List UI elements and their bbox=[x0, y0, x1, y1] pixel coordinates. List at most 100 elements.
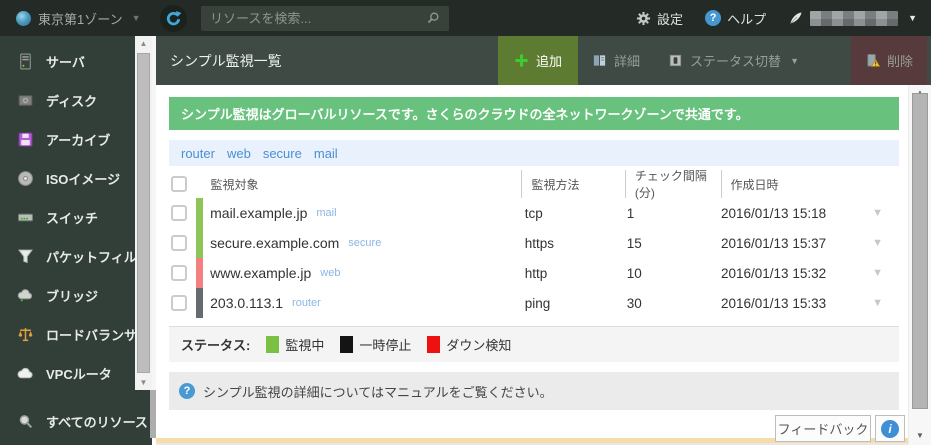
table-row[interactable]: mail.example.jp mail tcp 1 2016/01/13 15:18 ▼ bbox=[169, 198, 899, 228]
check-interval: 1 bbox=[627, 206, 635, 221]
monitor-method: http bbox=[525, 266, 548, 281]
legend-text: 一時停止 bbox=[359, 335, 411, 354]
refresh-button[interactable] bbox=[160, 5, 187, 32]
sidebar-item-all-resources[interactable]: すべてのリソース bbox=[0, 402, 152, 441]
monitor-target[interactable]: secure.example.com bbox=[210, 235, 339, 251]
check-interval: 15 bbox=[627, 236, 642, 251]
manual-info-box: ? シンプル監視の詳細についてはマニュアルをご覧ください。 bbox=[169, 372, 899, 410]
status-toggle-button[interactable]: ステータス切替 ▼ bbox=[654, 36, 813, 85]
created-at: 2016/01/13 15:37 bbox=[721, 236, 826, 251]
sidebar-scrollbar-thumb[interactable] bbox=[137, 53, 150, 373]
table-row[interactable]: www.example.jpwebhttp102016/01/13 15:32▼ bbox=[169, 258, 899, 288]
settings-button[interactable]: 設定 bbox=[636, 9, 683, 28]
delete-button[interactable]: 削除 bbox=[851, 36, 927, 85]
sidebar-item-label: サーバ bbox=[46, 52, 85, 71]
row-tag[interactable]: mail bbox=[316, 207, 336, 219]
created-at: 2016/01/13 15:33 bbox=[721, 296, 826, 311]
add-label: 追加 bbox=[536, 51, 562, 70]
row-menu-caret[interactable]: ▼ bbox=[872, 267, 883, 279]
resource-search bbox=[201, 6, 449, 31]
banner-text: シンプル監視はグローバルリソースです。さくらのクラウドの全ネットワークゾーンで共… bbox=[181, 104, 749, 123]
row-tag[interactable]: secure bbox=[348, 237, 381, 249]
legend-item-paused: 一時停止 bbox=[340, 335, 411, 354]
table-row[interactable]: secure.example.comsecurehttps152016/01/1… bbox=[169, 228, 899, 258]
monitor-table: 監視対象 監視方法 チェック間隔(分) 作成日時 mail.example.jp… bbox=[169, 170, 899, 318]
row-tag[interactable]: web bbox=[320, 267, 340, 279]
tag-link-secure[interactable]: secure bbox=[263, 146, 302, 161]
feedback-button[interactable]: フィードバック bbox=[775, 415, 871, 442]
tag-link-mail[interactable]: mail bbox=[314, 146, 338, 161]
monitor-target[interactable]: 203.0.113.1 bbox=[210, 295, 283, 311]
status-toggle-icon bbox=[668, 53, 683, 68]
help-label: ヘルプ bbox=[727, 9, 766, 28]
sidebar-gutter bbox=[152, 36, 156, 390]
sidebar-item-vpcrouter[interactable]: VPCルータ bbox=[0, 354, 152, 393]
sidebar-item-archive[interactable]: アーカイブ bbox=[0, 120, 152, 159]
detail-button[interactable]: 詳細 bbox=[578, 36, 654, 85]
sidebar-item-label: すべてのリソース bbox=[46, 412, 148, 431]
row-menu-caret[interactable]: ▼ bbox=[872, 207, 883, 219]
archive-icon bbox=[17, 131, 34, 148]
legend-text: ダウン検知 bbox=[446, 335, 511, 354]
row-menu-caret[interactable]: ▼ bbox=[872, 237, 883, 249]
sidebar-item-loadbalancer[interactable]: ロードバランサ bbox=[0, 315, 152, 354]
app-window: 東京第1ゾーン ▼ bbox=[0, 0, 931, 445]
sidebar-item-label: スイッチ bbox=[46, 208, 98, 227]
status-legend: ステータス: 監視中一時停止ダウン検知 bbox=[169, 326, 899, 362]
status-toggle-label: ステータス切替 bbox=[690, 51, 781, 70]
search-input[interactable] bbox=[210, 11, 426, 26]
sidebar-item-server[interactable]: サーバ bbox=[0, 42, 152, 81]
check-interval: 30 bbox=[627, 296, 642, 311]
tag-link-web[interactable]: web bbox=[227, 146, 251, 161]
account-menu[interactable]: ▼ bbox=[788, 10, 917, 26]
legend-swatch bbox=[340, 336, 353, 353]
plus-icon bbox=[514, 53, 529, 68]
sidebar-item-label: ディスク bbox=[46, 91, 97, 110]
status-bar bbox=[196, 228, 203, 258]
status-bar bbox=[196, 198, 203, 228]
settings-label: 設定 bbox=[657, 9, 683, 28]
row-checkbox[interactable] bbox=[171, 235, 187, 251]
sidebar-item-bridge[interactable]: ブリッジ bbox=[0, 276, 152, 315]
monitor-method: tcp bbox=[525, 206, 543, 221]
global-resource-banner: シンプル監視はグローバルリソースです。さくらのクラウドの全ネットワークゾーンで共… bbox=[169, 97, 899, 130]
status-bar bbox=[196, 258, 203, 288]
scroll-down-icon[interactable]: ▼ bbox=[909, 428, 931, 443]
content-scrollbar[interactable]: ▲ ▼ bbox=[908, 85, 931, 445]
table-row[interactable]: 203.0.113.1routerping302016/01/13 15:33▼ bbox=[169, 288, 899, 318]
main-content: シンプル監視はグローバルリソースです。さくらのクラウドの全ネットワークゾーンで共… bbox=[156, 85, 908, 445]
help-icon: ? bbox=[705, 10, 721, 26]
scroll-down-icon[interactable]: ▼ bbox=[135, 375, 152, 390]
sidebar-menu: サーバディスクアーカイブISOイメージスイッチパケットフィルタブリッジロードバラ… bbox=[0, 42, 152, 393]
sidebar-item-disk[interactable]: ディスク bbox=[0, 81, 152, 120]
tag-link-router[interactable]: router bbox=[181, 146, 215, 161]
sidebar-item-packetfilter[interactable]: パケットフィルタ bbox=[0, 237, 152, 276]
row-tag[interactable]: router bbox=[292, 297, 321, 309]
manual-info-text[interactable]: シンプル監視の詳細についてはマニュアルをご覧ください。 bbox=[203, 382, 553, 401]
add-button[interactable]: 追加 bbox=[498, 36, 578, 85]
zone-selector[interactable]: 東京第1ゾーン ▼ bbox=[0, 9, 152, 28]
created-at: 2016/01/13 15:18 bbox=[721, 206, 826, 221]
select-all-checkbox[interactable] bbox=[171, 176, 187, 192]
row-checkbox[interactable] bbox=[171, 265, 187, 281]
tag-filter-bar: router web secure mail bbox=[169, 140, 899, 166]
magnifier-icon bbox=[17, 413, 34, 430]
info-button[interactable]: i bbox=[875, 415, 905, 442]
scroll-up-icon[interactable]: ▲ bbox=[135, 36, 152, 51]
row-checkbox[interactable] bbox=[171, 295, 187, 311]
content-scrollbar-thumb[interactable] bbox=[912, 93, 928, 409]
sidebar-item-label: ブリッジ bbox=[46, 286, 98, 305]
sidebar-gutter-lower bbox=[150, 390, 156, 438]
row-menu-caret[interactable]: ▼ bbox=[872, 297, 883, 309]
row-checkbox[interactable] bbox=[171, 205, 187, 221]
sidebar-scrollbar[interactable]: ▲ ▼ bbox=[135, 36, 152, 390]
column-header-target: 監視対象 bbox=[197, 170, 522, 198]
monitor-target[interactable]: www.example.jp bbox=[210, 265, 311, 281]
help-button[interactable]: ? ヘルプ bbox=[705, 9, 766, 28]
sidebar-item-switch[interactable]: スイッチ bbox=[0, 198, 152, 237]
page-title: シンプル監視一覧 bbox=[156, 51, 282, 71]
info-icon: i bbox=[881, 420, 899, 438]
search-icon bbox=[426, 11, 440, 25]
sidebar-item-iso[interactable]: ISOイメージ bbox=[0, 159, 152, 198]
monitor-target[interactable]: mail.example.jp bbox=[210, 205, 307, 221]
